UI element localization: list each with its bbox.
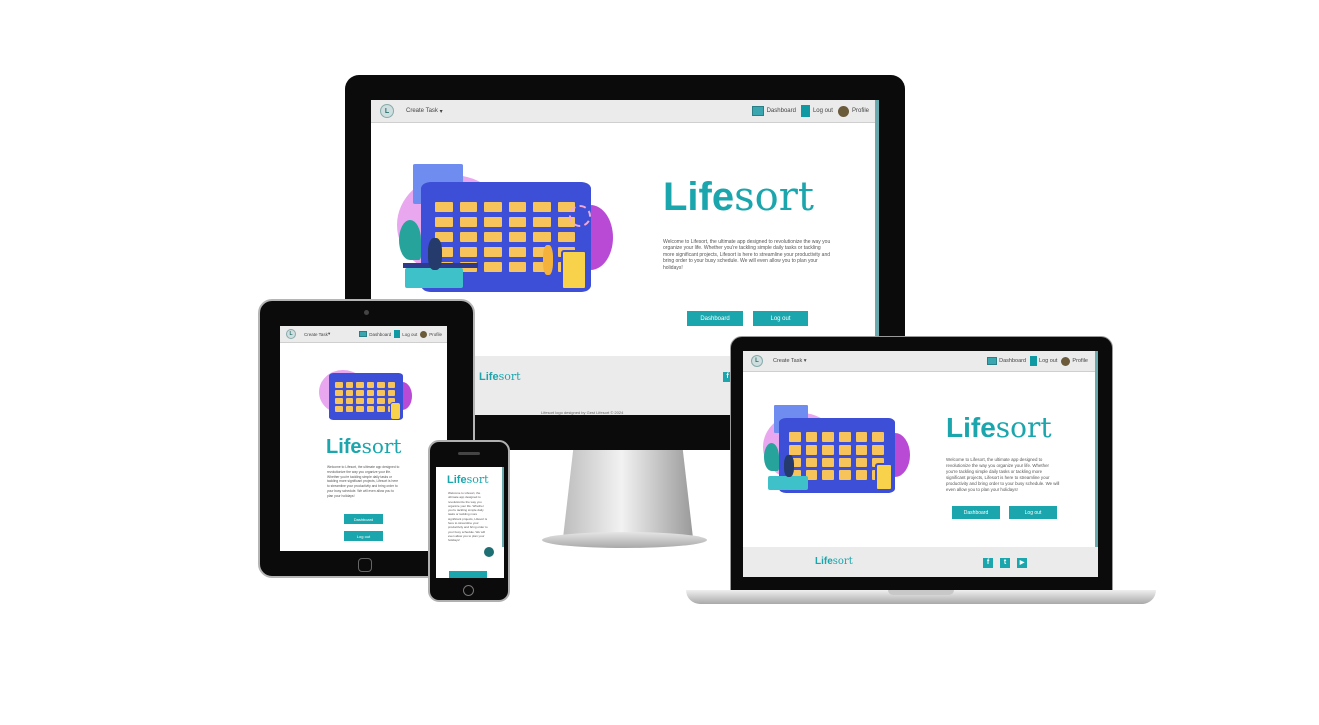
laptop-hero-brand-logo: Lifesort <box>946 413 1052 443</box>
hero-illustration <box>393 160 613 295</box>
nav-profile-link[interactable]: Profile <box>837 105 869 117</box>
phone-speaker <box>458 452 480 455</box>
monitor-stand-base <box>542 532 707 548</box>
nav-dashboard-link[interactable]: Dashboard <box>751 106 796 116</box>
phone-hero-brand-logo: Lifesort <box>447 473 489 487</box>
laptop-screen: L Create Task ▾ Dashboard Log out Profil… <box>743 351 1098 577</box>
navbar: L Create Task ▾ Dashboard Log out Profil… <box>371 100 879 123</box>
laptop-hinge-notch <box>888 590 954 595</box>
phone-dashboard-button[interactable]: Dashboard <box>449 571 487 578</box>
tablet-brand-bold: Life <box>326 436 362 458</box>
tablet-nav-profile-label: Profile <box>429 331 442 337</box>
laptop-footer-brand: Lifesort <box>815 556 853 567</box>
laptop-footer: Lifesort f t ▶ <box>743 547 1098 577</box>
tablet-hero-brand-logo: Lifesort <box>326 435 401 458</box>
footer-brand-light: sort <box>498 370 521 383</box>
app-logo[interactable]: L <box>380 104 394 118</box>
logout-icon <box>1030 356 1038 366</box>
logout-icon <box>800 105 810 117</box>
laptop-navbar: L Create Task ▾ Dashboard Log out Profil… <box>743 351 1098 372</box>
laptop-scrollbar[interactable] <box>1095 351 1098 547</box>
youtube-icon[interactable]: ▶ <box>1017 558 1027 568</box>
phone-brand-bold: Life <box>447 474 467 486</box>
chat-bubble-icon[interactable] <box>484 547 494 557</box>
nav-profile-label: Profile <box>851 108 869 114</box>
laptop-hero-illustration <box>760 403 910 495</box>
hero-brand-logo: Lifesort <box>663 175 814 219</box>
tablet-nav-logout-link[interactable]: Log out <box>394 330 417 338</box>
logout-icon <box>394 330 401 338</box>
dashboard-icon <box>359 331 368 337</box>
tablet-brand-light: sort <box>361 434 402 458</box>
tablet-logout-button[interactable]: Log out <box>344 531 383 541</box>
laptop-nav-logout-label: Log out <box>1039 358 1058 364</box>
tablet-camera <box>364 310 369 315</box>
laptop-nav-profile-link[interactable]: Profile <box>1061 356 1088 366</box>
laptop-dashboard-button[interactable]: Dashboard <box>952 506 1000 519</box>
laptop-intro-text: Welcome to Lifesort, the ultimate app de… <box>946 457 1060 492</box>
footer-brand-bold: Life <box>479 371 499 383</box>
create-task-menu[interactable]: Create Task ▾ <box>406 108 443 115</box>
laptop-nav-dashboard-label: Dashboard <box>999 358 1027 364</box>
tablet-app-logo[interactable]: L <box>286 329 296 339</box>
dashboard-icon <box>987 357 998 365</box>
tablet-nav-dashboard-link[interactable]: Dashboard <box>359 331 391 337</box>
laptop-brand-light: sort <box>995 411 1052 444</box>
tablet-dashboard-button[interactable]: Dashboard <box>344 514 383 524</box>
phone-brand-light: sort <box>466 473 489 486</box>
caret-down-icon: ▾ <box>803 358 807 364</box>
brand-bold: Life <box>663 175 735 219</box>
profile-avatar-icon <box>837 105 849 117</box>
brand-light: sort <box>734 174 814 220</box>
tablet-create-task-label: Create Task <box>304 331 328 337</box>
create-task-label: Create Task <box>406 108 438 114</box>
tablet-nav-profile-link[interactable]: Profile <box>420 330 442 338</box>
twitter-icon[interactable]: t <box>1000 558 1010 568</box>
tablet-hero-illustration <box>317 364 412 422</box>
laptop-app-logo[interactable]: L <box>751 355 763 367</box>
profile-avatar-icon <box>1061 356 1071 366</box>
laptop-brand-bold: Life <box>946 412 996 443</box>
laptop-nav-dashboard-link[interactable]: Dashboard <box>987 357 1026 365</box>
laptop-nav-profile-label: Profile <box>1072 358 1088 364</box>
profile-avatar-icon <box>420 330 428 338</box>
laptop-footer-brand-light: sort <box>832 556 853 567</box>
tablet-nav-logout-label: Log out <box>402 331 418 337</box>
footer-copyright: Lifesort logo designed by Gest Lifesort … <box>541 410 624 415</box>
laptop-nav-logout-link[interactable]: Log out <box>1030 356 1057 366</box>
dashboard-icon <box>751 106 764 116</box>
laptop-create-task-menu[interactable]: Create Task ▾ <box>773 358 807 364</box>
tablet-intro-text: Welcome to Lifesort, the ultimate app de… <box>327 465 400 498</box>
laptop-footer-brand-bold: Life <box>815 556 833 567</box>
footer-brand: Lifesort <box>479 370 521 383</box>
nav-logout-link[interactable]: Log out <box>800 105 833 117</box>
scrollbar[interactable] <box>875 100 879 356</box>
monitor-stand-neck <box>563 448 693 538</box>
tablet-create-task-menu[interactable]: Create Task ▾ <box>304 331 330 337</box>
laptop-logout-button[interactable]: Log out <box>1009 506 1057 519</box>
tablet-navbar: L Create Task ▾ Dashboard Log out Profile <box>280 326 447 343</box>
caret-down-icon: ▾ <box>327 331 331 336</box>
logout-button[interactable]: Log out <box>753 311 808 326</box>
phone-home-button[interactable] <box>463 585 474 596</box>
facebook-icon[interactable]: f <box>983 558 993 568</box>
phone-scrollbar[interactable] <box>502 467 504 547</box>
caret-down-icon: ▾ <box>439 108 443 115</box>
phone-screen: Lifesort Welcome to Lifesort, the ultima… <box>436 467 504 578</box>
dashboard-button[interactable]: Dashboard <box>687 311 743 326</box>
intro-text: Welcome to Lifesort, the ultimate app de… <box>663 239 831 271</box>
laptop-create-task-label: Create Task <box>773 358 803 364</box>
tablet-screen: L Create Task ▾ Dashboard Log out Profile <box>280 326 447 551</box>
nav-logout-label: Log out <box>812 108 833 114</box>
tablet-home-button[interactable] <box>358 558 372 572</box>
tablet-nav-dashboard-label: Dashboard <box>369 331 392 337</box>
nav-dashboard-label: Dashboard <box>766 108 796 114</box>
